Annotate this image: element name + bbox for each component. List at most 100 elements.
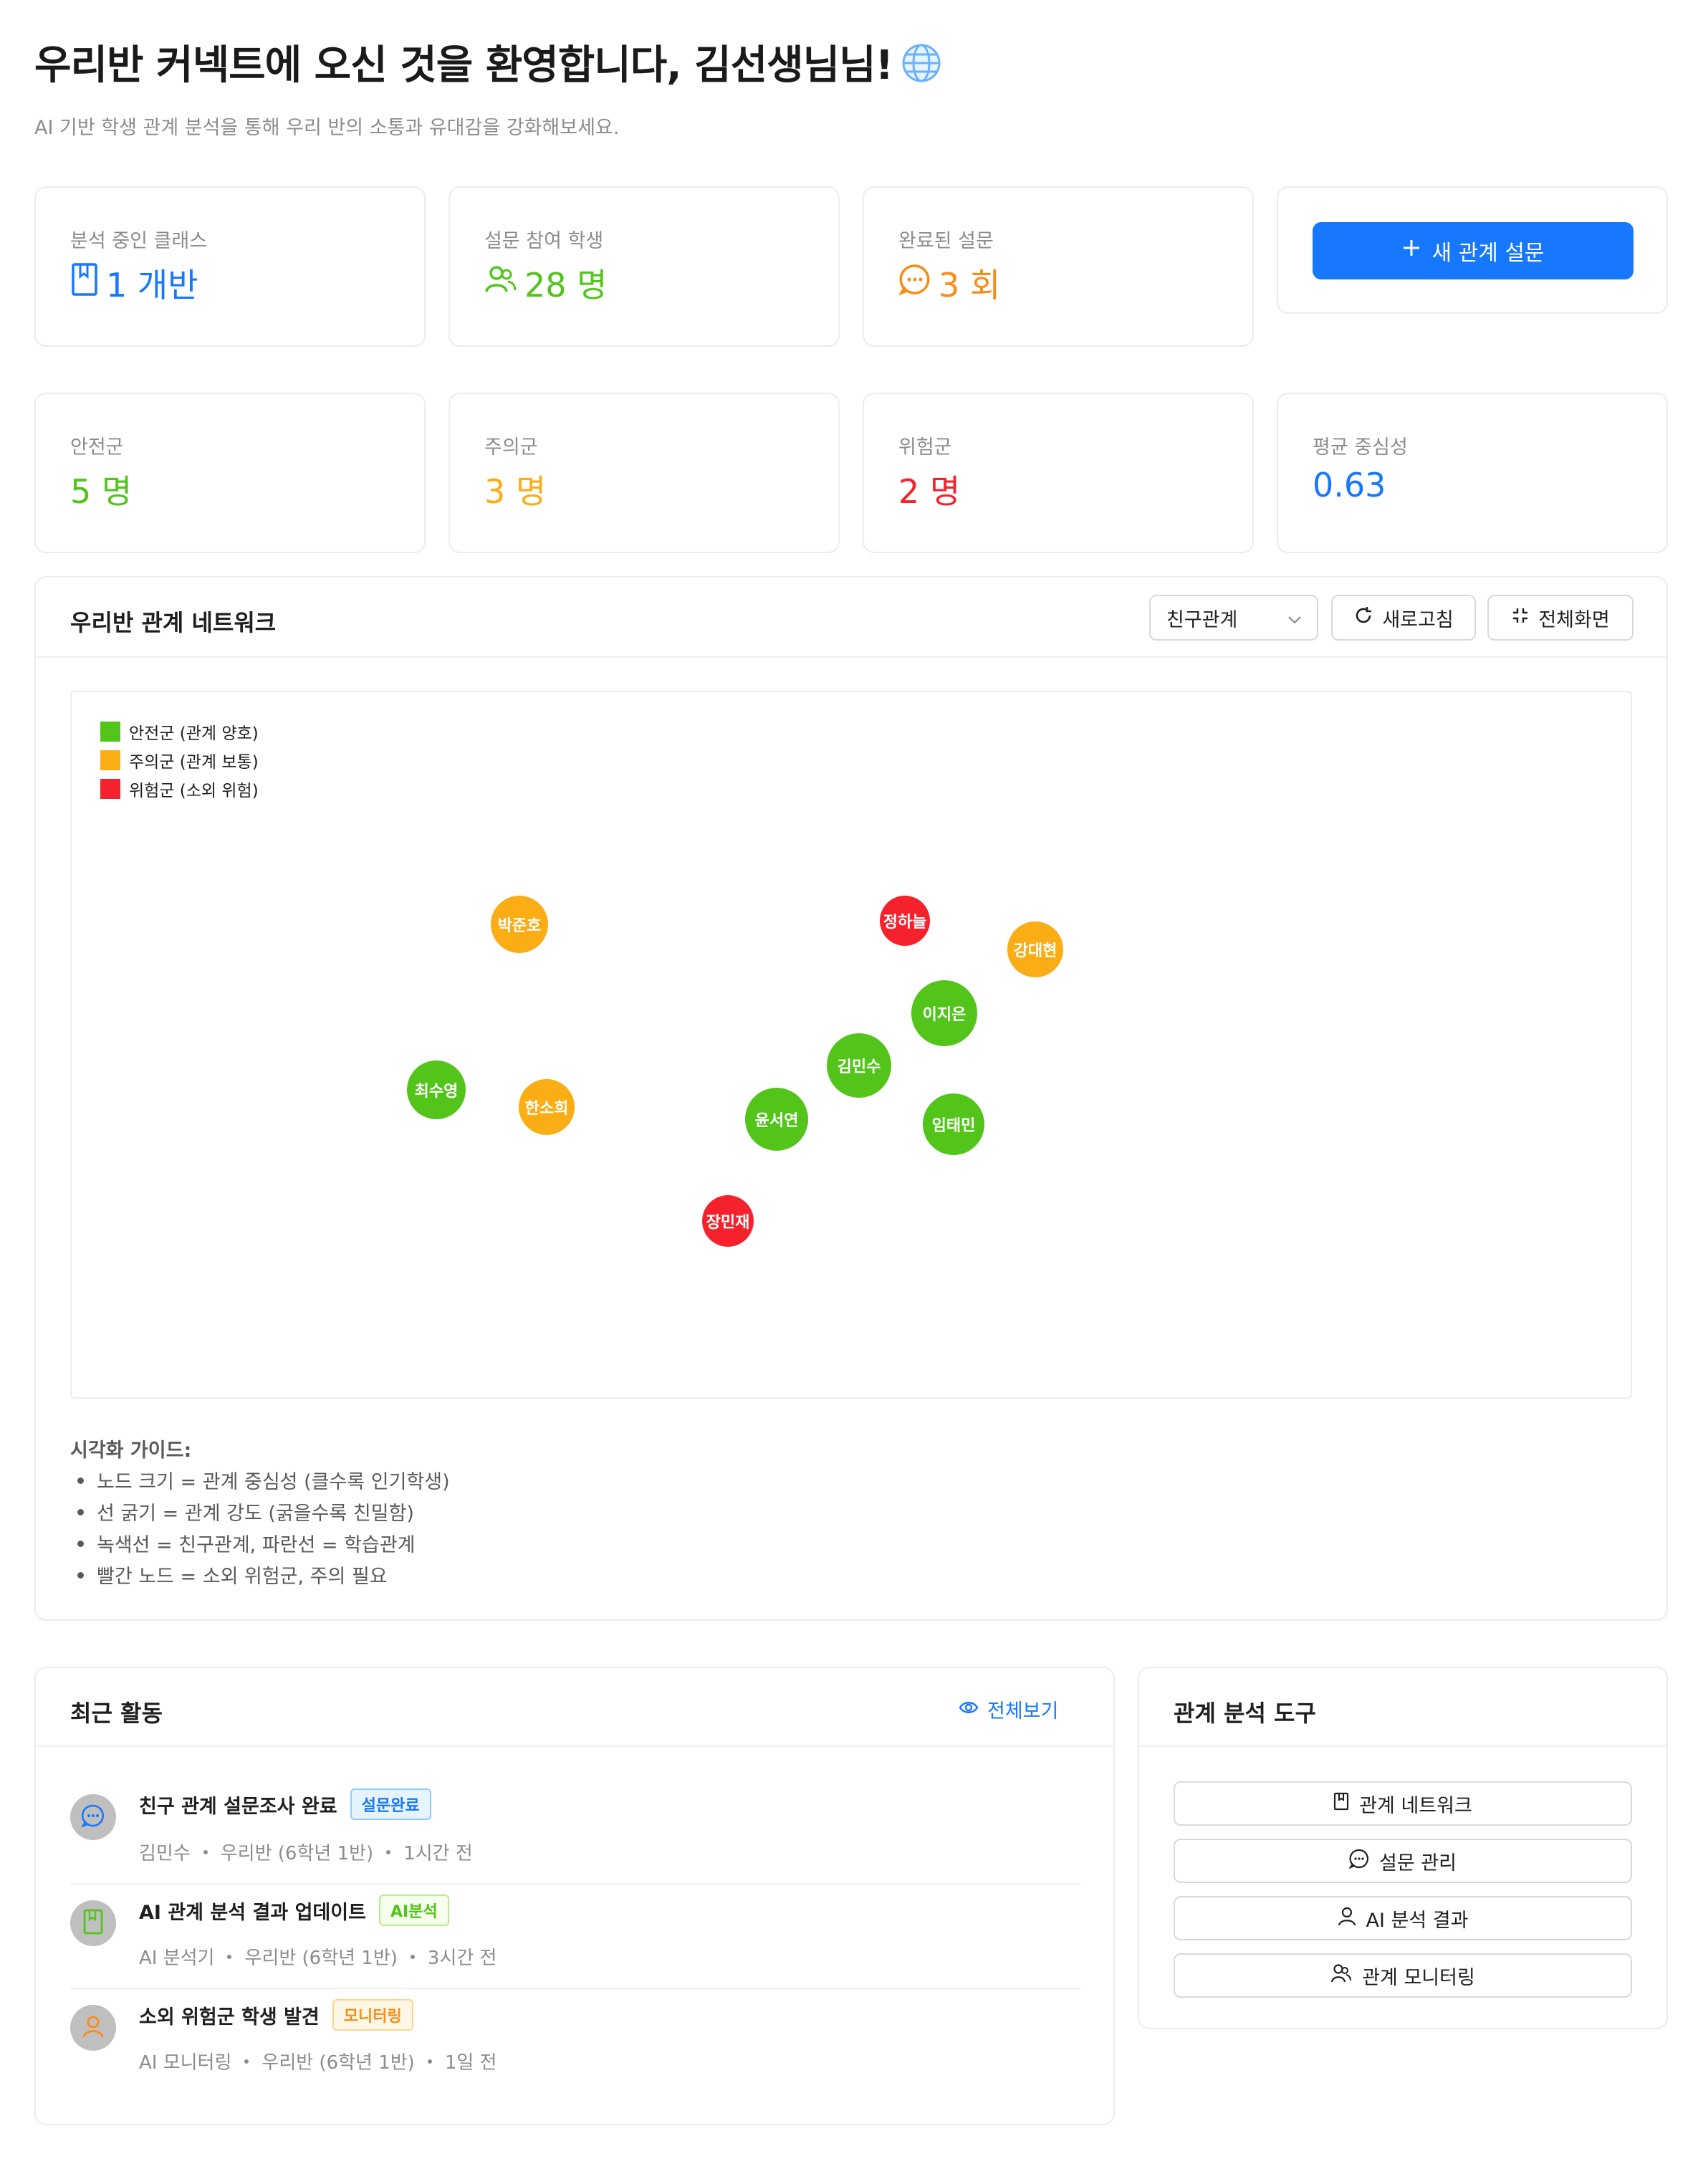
tool-network-button[interactable]: 관계 네트워크 <box>1174 1781 1632 1826</box>
stat-card-caution: 주의군 3 명 <box>449 393 840 553</box>
separator-dot <box>203 1849 208 1854</box>
plus-icon <box>1401 238 1421 264</box>
stat-value-text: 3 회 <box>939 266 1001 305</box>
activity-time: 3시간 전 <box>427 1948 497 1969</box>
user-icon <box>82 2014 105 2041</box>
stat-label: 안전군 <box>70 436 124 459</box>
legend-label: 주의군 (관계 보통) <box>129 753 259 772</box>
guide-title: 시각화 가이드: <box>70 1440 192 1462</box>
student-node[interactable]: 임태민 <box>923 1093 984 1155</box>
separator-dot <box>427 2059 432 2064</box>
tool-survey-button[interactable]: 설문 관리 <box>1174 1839 1632 1883</box>
guide-item: 선 굵기 = 관계 강도 (굵을수록 친밀함) <box>73 1498 414 1526</box>
page-subtitle: AI 기반 학생 관계 분석을 통해 우리 반의 소통과 유대감을 강화해보세요… <box>34 117 620 139</box>
legend-item-safe: 안전군 (관계 양호) <box>100 719 259 744</box>
network-canvas[interactable]: 안전군 (관계 양호) 주의군 (관계 보통) 위험군 (소외 위험) 박준호 … <box>70 691 1632 1399</box>
activity-item-meta: AI 분석기 우리반 (6학년 1반) 3시간 전 <box>139 1943 497 1970</box>
activity-who: 김민수 <box>139 1843 191 1864</box>
separator-dot <box>410 1954 415 1959</box>
avatar <box>70 1900 116 1946</box>
stat-label: 주의군 <box>484 436 538 459</box>
refresh-button[interactable]: 새로고침 <box>1331 595 1476 641</box>
fullscreen-label: 전체화면 <box>1538 608 1610 631</box>
user-icon <box>1338 1906 1356 1931</box>
student-node[interactable]: 정하늘 <box>880 896 930 946</box>
activity-title: 최근 활동 <box>70 1700 163 1727</box>
page-title-text: 우리반 커넥트에 오신 것을 환영합니다, 김선생님님! <box>34 42 893 89</box>
message-icon <box>81 1804 105 1831</box>
guide-item: 녹색선 = 친구관계, 파란선 = 학습관계 <box>73 1529 416 1557</box>
stat-value-text: 28 명 <box>524 266 608 305</box>
activity-time: 1시간 전 <box>403 1843 473 1864</box>
avatar <box>70 1794 116 1840</box>
stat-card-students: 설문 참여 학생 28 명 <box>449 186 840 347</box>
student-node[interactable]: 최수영 <box>407 1060 466 1119</box>
stat-label: 분석 중인 클래스 <box>70 230 208 252</box>
activity-item-title: 소외 위험군 학생 발견 모니터링 <box>139 1999 413 2031</box>
separator-dot <box>227 1954 232 1959</box>
eye-icon <box>959 1698 979 1720</box>
relation-type-select[interactable]: 친구관계 <box>1149 595 1318 641</box>
legend-label: 위험군 (소외 위험) <box>129 782 259 800</box>
legend-label: 안전군 (관계 양호) <box>129 724 259 743</box>
message-icon <box>1348 1849 1369 1874</box>
stat-card-surveys: 완료된 설문 3 회 <box>863 186 1254 347</box>
network-header-divider <box>36 656 1666 658</box>
activity-title-text: 친구 관계 설문조사 완료 <box>139 1795 337 1818</box>
activity-card: 최근 활동 전체보기 친구 관계 설문조사 완료 설문완료 김민수 우리반 (6… <box>34 1667 1115 2125</box>
guide-item: 노드 크기 = 관계 중심성 (클수록 인기학생) <box>73 1466 450 1494</box>
new-survey-label: 새 관계 설문 <box>1431 241 1545 266</box>
view-all-label: 전체보기 <box>987 1700 1059 1723</box>
tool-label: 관계 모니터링 <box>1362 1966 1475 1989</box>
status-badge: 설문완료 <box>350 1788 431 1820</box>
student-node[interactable]: 강대현 <box>1007 921 1063 977</box>
student-node[interactable]: 장민재 <box>702 1195 754 1247</box>
stat-value-text: 1 개반 <box>106 266 198 305</box>
student-node[interactable]: 윤서연 <box>745 1088 808 1151</box>
student-node[interactable]: 이지은 <box>911 980 977 1046</box>
status-badge: AI분석 <box>378 1895 449 1926</box>
book-icon <box>70 262 99 305</box>
reload-icon <box>1353 605 1373 631</box>
tools-title: 관계 분석 도구 <box>1174 1700 1316 1727</box>
tool-label: AI 분석 결과 <box>1366 1909 1469 1932</box>
tools-card: 관계 분석 도구 관계 네트워크 설문 관리 AI 분석 결과 관계 모니터링 <box>1138 1667 1668 2029</box>
activity-who: AI 분석기 <box>139 1948 215 1969</box>
stat-value: 3 회 <box>898 259 1000 307</box>
new-survey-button[interactable]: 새 관계 설문 <box>1313 222 1634 279</box>
stat-card-classes: 분석 중인 클래스 1 개반 <box>34 186 426 347</box>
globe-icon <box>900 42 943 95</box>
activity-divider <box>70 1883 1080 1884</box>
separator-dot <box>386 1849 391 1854</box>
network-card: 우리반 관계 네트워크 친구관계 새로고침 전체화면 안전군 (관계 양호) 주… <box>34 576 1668 1621</box>
fullscreen-button[interactable]: 전체화면 <box>1487 595 1634 641</box>
student-node[interactable]: 김민수 <box>827 1033 891 1098</box>
tools-header-divider <box>1139 1745 1666 1747</box>
legend-swatch <box>100 722 120 742</box>
tool-monitoring-button[interactable]: 관계 모니터링 <box>1174 1953 1632 1998</box>
view-all-link[interactable]: 전체보기 <box>959 1695 1058 1723</box>
stat-value: 2 명 <box>898 472 961 511</box>
activity-item-meta: AI 모니터링 우리반 (6학년 1반) 1일 전 <box>139 2048 497 2074</box>
activity-item-title: AI 관계 분석 결과 업데이트 AI분석 <box>139 1895 449 1926</box>
team-icon <box>1330 1963 1352 1988</box>
activity-divider <box>70 1988 1080 1989</box>
fullscreen-icon <box>1511 606 1530 630</box>
activity-header-divider <box>36 1745 1113 1747</box>
book-icon <box>1333 1792 1349 1816</box>
stat-value: 28 명 <box>484 259 607 307</box>
team-icon <box>484 263 517 304</box>
new-survey-card: 새 관계 설문 <box>1277 186 1668 314</box>
chevron-down-icon <box>1287 610 1303 633</box>
activity-class: 우리반 (6학년 1반) <box>262 2052 415 2074</box>
legend-item-risk: 위험군 (소외 위험) <box>100 777 259 801</box>
student-node[interactable]: 한소희 <box>519 1079 575 1135</box>
activity-item-meta: 김민수 우리반 (6학년 1반) 1시간 전 <box>139 1839 473 1865</box>
page-title: 우리반 커넥트에 오신 것을 환영합니다, 김선생님님! <box>34 33 943 95</box>
legend-item-caution: 주의군 (관계 보통) <box>100 748 259 772</box>
student-node[interactable]: 박준호 <box>491 896 548 953</box>
tool-ai-result-button[interactable]: AI 분석 결과 <box>1174 1896 1632 1940</box>
activity-who: AI 모니터링 <box>139 2052 232 2074</box>
activity-class: 우리반 (6학년 1반) <box>244 1948 398 1969</box>
select-value: 친구관계 <box>1166 608 1238 631</box>
